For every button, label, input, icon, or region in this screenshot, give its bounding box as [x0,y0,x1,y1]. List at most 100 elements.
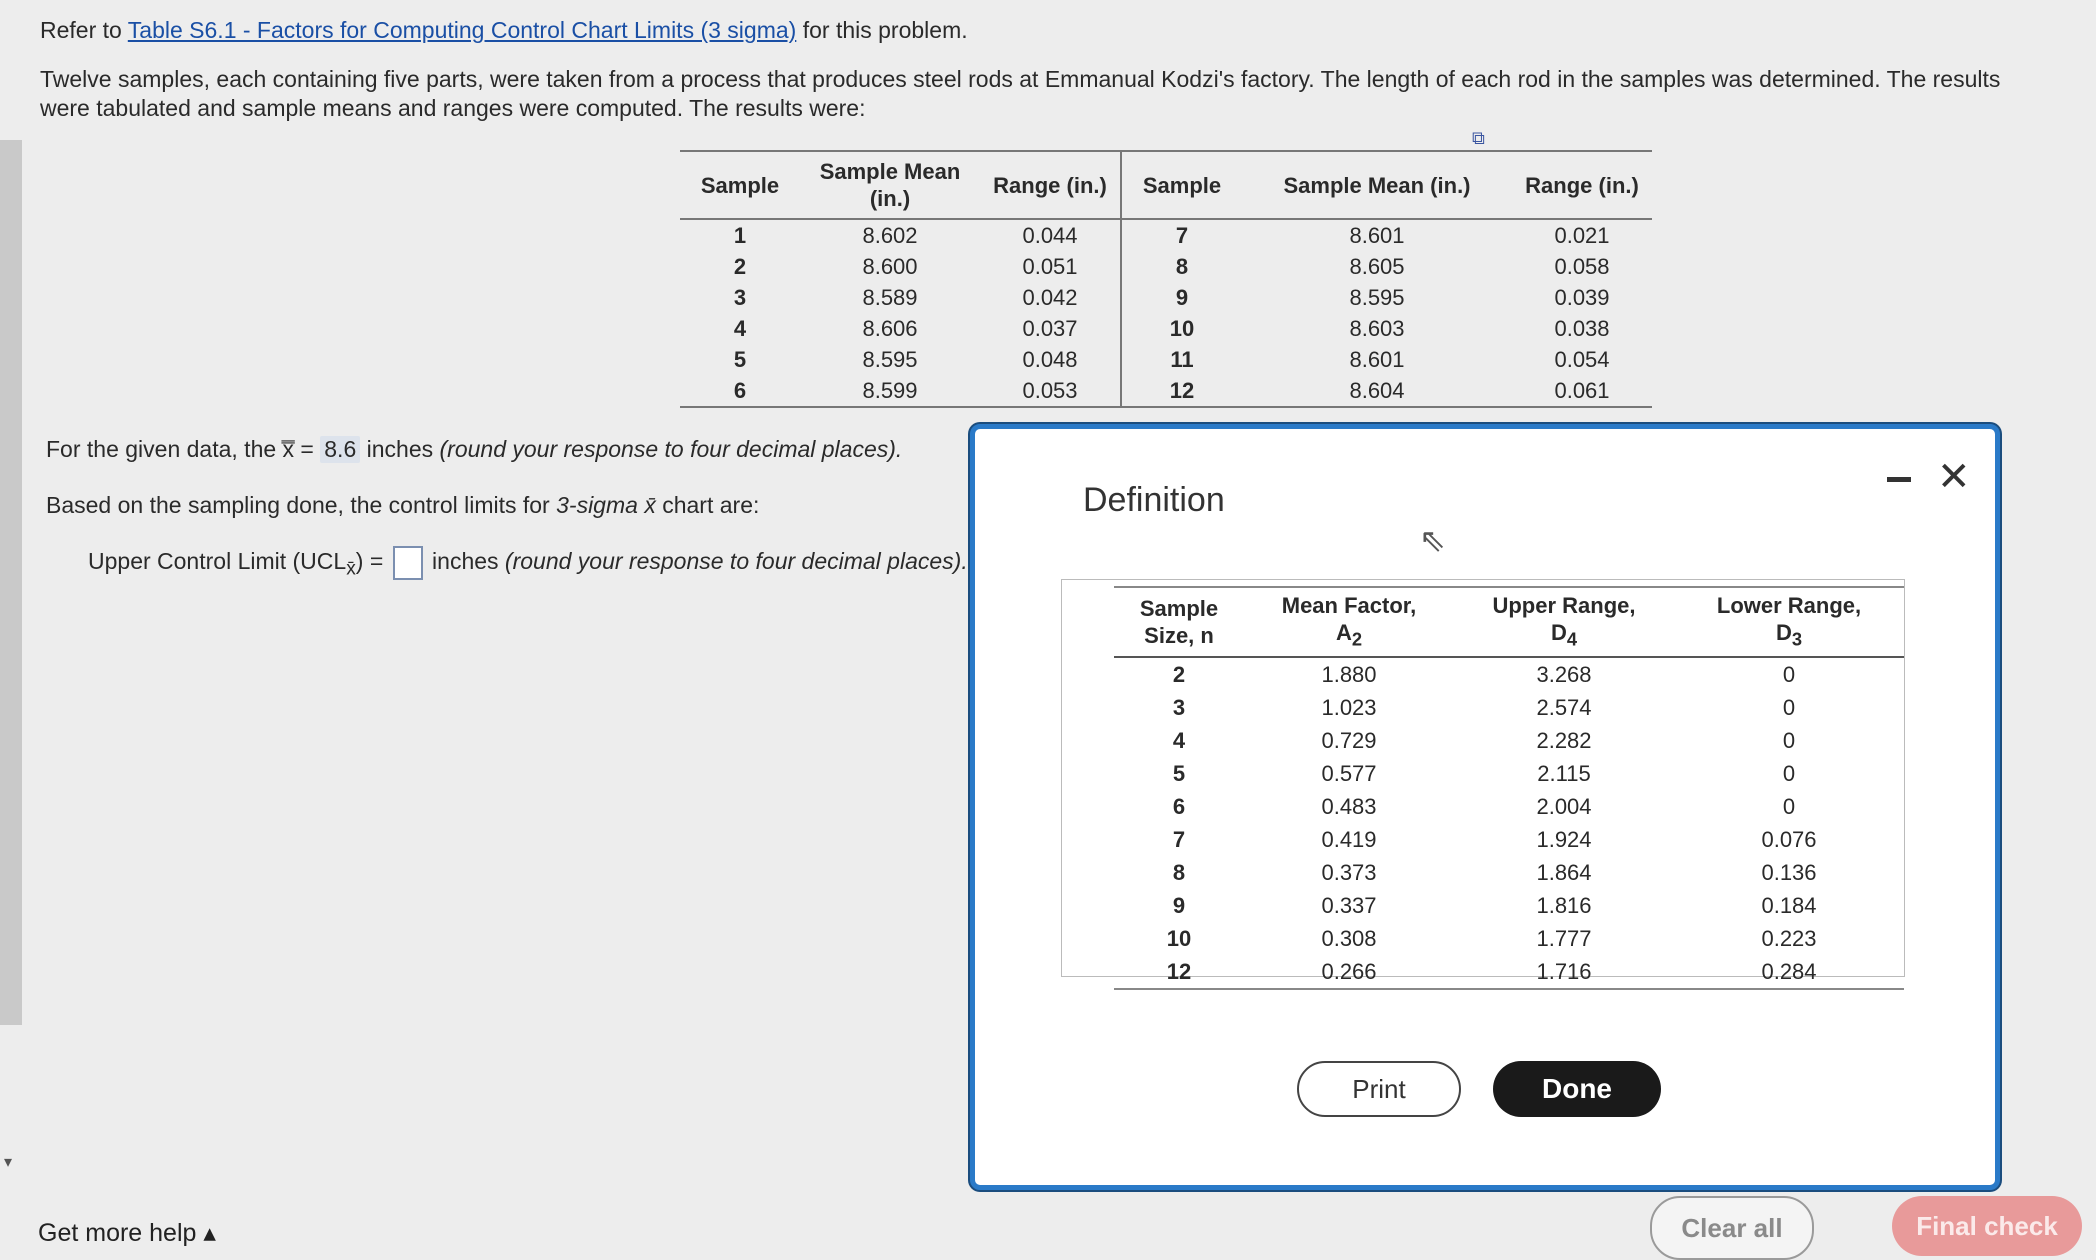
final-check-button[interactable]: Final check [1892,1196,2082,1256]
factor-row: 12 0.266 1.716 0.284 [1114,955,1904,991]
factor-row: 5 0.577 2.115 0 [1114,757,1904,790]
header-sample-mean-2: Sample Mean (in.) [1242,150,1512,220]
dialog-title: Definition [1083,481,1225,519]
left-scrollbar[interactable] [0,140,22,1025]
header-mean-factor: Mean Factor, A2 [1244,585,1454,659]
xbar-question: For the given data, the x̿ = 8.6 inches … [46,436,903,463]
factor-cell: 8 [1172,860,1186,886]
table-cell: 3 [733,285,747,310]
factor-cell: 4 [1172,728,1186,754]
table-cell: 8 [1120,251,1242,282]
factor-cell: 2.282 [1536,728,1592,754]
header-sample-size: Sample Size, n [1114,585,1244,659]
table-cell: 0.037 [1022,316,1078,341]
clear-all-button[interactable]: Clear all [1650,1196,1814,1260]
table-cell: 8.604 [1242,375,1512,408]
control-chart-factors-table: Sample Size, n Mean Factor, A2 Upper Range… [1114,585,1904,991]
scroll-down-arrow-icon[interactable]: ▾ [4,1152,12,1172]
header-sample-2: Sample [1120,150,1242,220]
table-row: 3 8.589 0.042 9 8.595 0.039 [680,282,1652,313]
factor-cell: 0.337 [1321,893,1377,919]
table-row: 5 8.595 0.048 11 8.601 0.054 [680,344,1652,375]
table-cell: 8.601 [1349,223,1405,248]
table-cell: 1 [733,223,747,248]
factor-row: 2 1.880 3.268 0 [1114,657,1904,691]
factor-cell: 0.223 [1761,926,1817,952]
header-sample: Sample [680,150,800,220]
factors-body: 2 1.880 3.268 0 3 1.023 2.574 0 4 0.729 2.282 0 5 0.5… [1114,657,1904,991]
table-cell: 8.606 [862,316,918,341]
factor-table-container: Sample Size, n Mean Factor, A2 Upper Range… [1061,579,1905,991]
ucl-answer-input[interactable] [392,546,423,580]
table-cell: 5 [733,347,747,372]
expand-icon[interactable]: ⧉ [1472,128,1494,148]
table-cell: 0.051 [1022,254,1078,279]
factor-cell: 0.266 [1244,955,1454,991]
cursor-icon: ⇖ [1419,522,1446,558]
table-cell: 8.595 [1349,285,1405,310]
factor-cell: 0.419 [1321,827,1377,853]
sample-data-table: Sample Sample Mean (in.) Range (in.) Sam… [680,150,1652,408]
table-cell: 0.053 [980,375,1121,408]
factor-cell: 0 [1782,794,1796,820]
problem-intro: Refer to Table S6.1 - Factors for Comput… [40,17,968,43]
factor-cell: 0.483 [1321,794,1377,820]
header-range: Range (in.) [980,150,1121,220]
factor-cell: 1.716 [1454,955,1674,991]
factor-cell: 2.004 [1536,794,1592,820]
table-row: 4 8.606 0.037 10 8.603 0.038 [680,313,1652,344]
table-s61-link[interactable]: Table S6.1 - Factors for Computing Contr… [128,17,797,43]
factor-cell: 7 [1172,827,1186,853]
table-cell: 8.603 [1349,316,1405,341]
problem-description: Twelve samples, each containing five par… [40,66,2001,121]
done-button[interactable]: Done [1493,1061,1661,1117]
factor-cell: 0.308 [1321,926,1377,952]
table-cell: 0.061 [1512,375,1652,408]
factor-cell: 10 [1166,926,1192,952]
factor-cell: 1.880 [1321,662,1377,688]
get-more-help-button[interactable]: Get more help ▴ [38,1218,216,1248]
factor-cell: 2.574 [1536,695,1592,721]
control-limits-intro: Based on the sampling done, the control … [46,492,760,518]
factor-cell: 1.023 [1321,695,1377,721]
print-button[interactable]: Print [1297,1061,1461,1117]
table-row: 6 8.599 0.053 12 8.604 0.061 [680,375,1652,408]
factor-cell: 1.816 [1536,893,1592,919]
minimize-icon[interactable] [1887,477,1911,482]
factor-cell: 3 [1172,695,1186,721]
table-cell: 12 [1120,375,1242,408]
factor-cell: 9 [1172,893,1186,919]
factor-cell: 0.729 [1321,728,1377,754]
xdoublebar-symbol: x̿ [282,436,295,462]
factor-cell: 0.373 [1321,860,1377,886]
factor-cell: 0.136 [1761,860,1817,886]
table-cell: 7 [1120,219,1242,251]
sample-data-table-container: Sample Sample Mean (in.) Range (in.) Sam… [680,150,1652,408]
table-cell: 6 [680,375,800,408]
factor-cell: 5 [1172,761,1186,787]
table-cell: 0.042 [1022,285,1078,310]
factor-cell: 0.184 [1761,893,1817,919]
factor-row: 4 0.729 2.282 0 [1114,724,1904,757]
factor-cell: 3.268 [1536,662,1592,688]
table-cell: 0.021 [1554,223,1610,248]
table-cell: 9 [1120,282,1242,313]
table-cell: 8.601 [1349,347,1405,372]
factor-cell: 0.577 [1321,761,1377,787]
factor-row: 8 0.373 1.864 0.136 [1114,856,1904,889]
table-cell: 8.589 [862,285,918,310]
table-cell: 0.048 [1022,347,1078,372]
factor-cell: 0 [1782,695,1796,721]
table-cell: 0.038 [1554,316,1610,341]
table-cell: 8.602 [862,223,918,248]
table-cell: 11 [1120,344,1242,375]
xbar-answer-field[interactable]: 8.6 [320,436,361,463]
table-cell: 2 [733,254,747,279]
close-icon[interactable]: ✕ [1937,457,1971,497]
factor-cell: 0 [1782,761,1796,787]
factor-cell: 0 [1782,728,1796,754]
sample-data-body: 1 8.602 0.044 7 8.601 0.021 2 8.600 0.051 8 8.605 0… [680,219,1652,408]
table-cell: 0.044 [1022,223,1078,248]
table-cell: 4 [733,316,747,341]
factor-cell: 1.924 [1536,827,1592,853]
